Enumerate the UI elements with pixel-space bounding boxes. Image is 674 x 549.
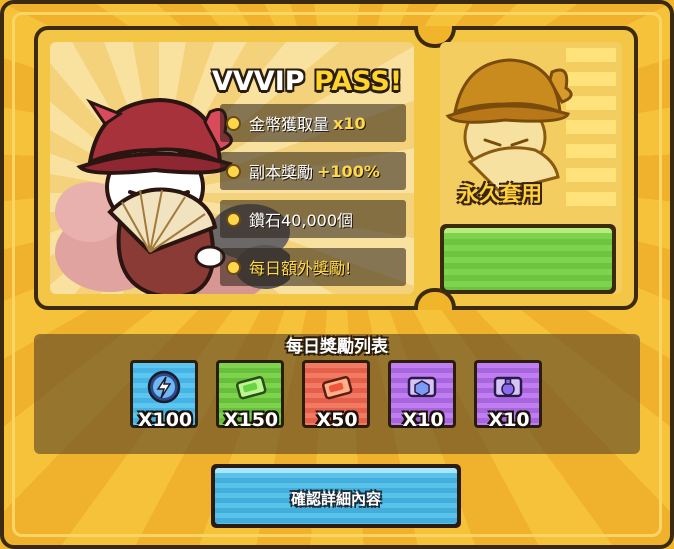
daily-reward-title: 每日獎勵列表 [286,337,388,357]
view-details-button[interactable]: 確認詳細內容 [211,464,461,528]
pass-title-highlight: PASS! [313,66,403,97]
pass-title-main: VVVIP [212,66,314,97]
bullet-icon [226,211,241,227]
benefit-daily-extra: 每日額外獎勵! [220,248,406,286]
purchase-button[interactable] [440,224,616,294]
benefit-value: 40,000個 [281,211,354,230]
purchase-button-face[interactable] [444,228,612,290]
reward-item-energy[interactable]: X100 [130,360,198,431]
reward-item-purple-potion[interactable]: X10 [474,360,542,431]
benefit-label: 每日額外獎勵! [249,259,352,278]
duration-label: 永久套用 [458,182,542,206]
reward-quantity: X10 [488,409,530,431]
reward-quantity: X150 [223,409,279,431]
purple-potion-icon [493,376,523,398]
blue-cube-icon [407,376,437,398]
bullet-icon [226,163,241,179]
benefit-value: +100% [317,161,380,181]
bullet-icon [226,115,241,131]
view-details-button-face[interactable]: 確認詳細內容 [215,468,457,524]
benefit-label: 金幣獲取量 [249,115,330,134]
red-ticket-icon [322,376,353,400]
benefit-diamonds: 鑽石 40,000個 [220,200,406,238]
energy-icon [147,370,181,404]
reward-item-green-ticket[interactable]: X150 [216,360,284,431]
benefit-coin-rate: 金幣獲取量 x10 [220,104,406,142]
bullet-icon [226,259,241,275]
ticket-main-area: VVVIP PASS! 金幣獲取量 x10 副本獎勵 +100% 鑽石 40,000… [50,42,414,294]
benefit-label: 鑽石 [249,211,282,230]
benefit-dungeon-reward: 副本獎勵 +100% [220,152,406,190]
daily-reward-panel: 每日獎勵列表 X100 X150 X50 X10 X10 [34,334,640,454]
reward-item-red-ticket[interactable]: X50 [302,360,370,431]
view-details-label: 確認詳細內容 [290,490,381,508]
green-ticket-icon [236,376,267,400]
reward-quantity: X10 [402,409,444,431]
pass-title: VVVIP PASS! [212,66,402,97]
reward-quantity: X100 [137,409,193,431]
benefit-label: 副本獎勵 [249,163,314,182]
reward-quantity: X50 [316,409,358,431]
benefit-value: x10 [333,113,366,133]
reward-item-blue-cube[interactable]: X10 [388,360,456,431]
